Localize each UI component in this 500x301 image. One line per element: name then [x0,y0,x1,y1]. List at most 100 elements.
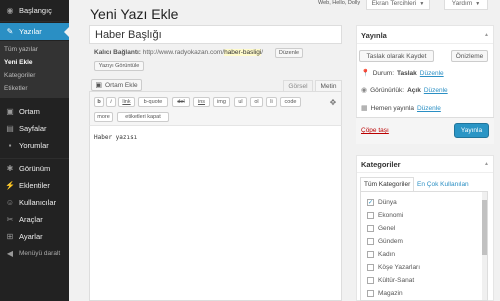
checkbox[interactable] [367,290,374,297]
preview-button[interactable]: Önizleme [451,50,488,62]
eye-icon: ◉ [361,87,368,94]
category-label: Genel [378,225,396,232]
qt-img-button[interactable]: img [213,97,230,107]
screen-options-label: Ekran Tercihleri [371,0,417,7]
qt-code-button[interactable]: code [280,97,301,107]
collapse-menu-button[interactable]: ◀ Menüyü daralt [0,245,69,262]
category-item[interactable]: Genel [367,225,395,232]
screen-options-tab[interactable]: Ekran Tercihleri ▼ [366,0,430,10]
pages-icon: ▤ [6,124,14,133]
qt-del-button[interactable]: del [172,97,190,107]
qt-ins-button[interactable]: ins [193,97,210,107]
submenu-all-posts[interactable]: Tüm yazılar [4,46,38,53]
category-item[interactable]: ✓ Dünya [367,199,397,206]
qt-bold-button[interactable]: b [94,97,104,107]
category-item[interactable]: Kültür-Sanat [367,277,414,284]
status-row: 📍 Durum: Taslak Düzenle [361,69,444,78]
checkbox[interactable] [367,212,374,219]
checkbox[interactable] [367,238,374,245]
category-label: Dünya [378,199,397,206]
menu-label: Yazılar [19,27,42,36]
edit-status-link[interactable]: Düzenle [420,70,444,77]
category-item[interactable]: Magazin [367,290,403,297]
scrollbar-thumb[interactable] [482,200,487,255]
submenu-add-new[interactable]: Yeni Ekle [4,59,33,66]
menu-item-dashboard[interactable]: ◉ Başlangıç [0,2,69,19]
menu-separator [0,158,69,159]
status-value: Taslak [397,69,417,77]
qt-ol-button[interactable]: ol [250,97,263,107]
category-scrollbar[interactable] [482,192,487,300]
menu-label: Ortam [19,107,40,116]
checkbox[interactable] [367,264,374,271]
edit-permalink-button[interactable]: Düzenle [275,48,303,58]
tab-most-used[interactable]: En Çok Kullanılan [414,177,472,191]
menu-item-comments[interactable]: ▪ Yorumlar [0,137,69,154]
category-label: Gündem [378,238,403,245]
permalink-row: Kalıcı Bağlantı: http://www.radyokazan.c… [94,49,263,56]
menu-item-plugins[interactable]: ⚡ Eklentiler [0,177,69,194]
submenu-categories[interactable]: Kategoriler [4,72,35,79]
edit-visibility-link[interactable]: Düzenle [424,87,448,94]
permalink-tail: / [261,49,264,56]
trash-link[interactable]: Çöpe taşı [361,127,389,134]
fullscreen-icon[interactable]: ✥ [329,98,337,107]
menu-item-media[interactable]: ▣ Ortam [0,103,69,120]
category-item[interactable]: Gündem [367,238,403,245]
add-media-button[interactable]: ▣ Ortam Ekle [91,79,142,91]
active-menu-arrow [64,27,69,37]
checkbox[interactable] [367,277,374,284]
menu-item-pages[interactable]: ▤ Sayfalar [0,120,69,137]
menu-item-posts[interactable]: ✎ Yazılar [0,23,69,40]
menu-item-appearance[interactable]: ✱ Görünüm [0,160,69,177]
checkbox[interactable] [367,251,374,258]
qt-link-button[interactable]: link [118,97,135,107]
calendar-icon: ▦ [361,105,368,112]
permalink-slug[interactable]: haber-basligi [224,49,262,56]
menu-label: Eklentiler [19,181,50,190]
menu-item-settings[interactable]: ⊞ Ayarlar [0,228,69,245]
toggle-arrow-icon[interactable]: ▲ [484,161,489,167]
category-item[interactable]: Köşe Yazarları [367,264,420,271]
category-item[interactable]: Ekonomi [367,212,403,219]
menu-label: Başlangıç [19,6,52,15]
menu-item-tools[interactable]: ✂ Araçlar [0,211,69,228]
publish-button[interactable]: Yayınla [454,123,489,138]
post-title-input[interactable]: Haber Başlığı [89,25,342,44]
checkbox[interactable]: ✓ [367,199,374,206]
view-post-button[interactable]: Yazıyı Görüntüle [94,61,144,71]
visibility-label: Görünürlük: [370,86,405,94]
qt-li-button[interactable]: li [266,97,277,107]
editor-content[interactable]: Haber yazısı [94,134,137,141]
edit-schedule-link[interactable]: Düzenle [417,105,441,112]
box-separator [357,43,493,44]
menu-separator [0,21,69,22]
settings-icon: ⊞ [6,232,14,241]
dashboard-icon: ◉ [6,6,14,15]
qt-ul-button[interactable]: ul [234,97,247,107]
posts-submenu: Tüm yazılar Yeni Ekle Kategoriler Etiket… [0,41,69,98]
save-draft-button[interactable]: Taslak olarak Kaydet [359,50,434,62]
qt-italic-button[interactable]: i [106,97,116,107]
qt-bquote-button[interactable]: b-quote [138,97,168,107]
categories-box-title: Kategoriler [361,160,401,169]
media-icon: ▣ [95,82,103,89]
toggle-arrow-icon[interactable]: ▲ [484,32,489,38]
pushpin-icon: 📍 [361,70,370,77]
users-icon: ☺ [5,198,15,207]
comments-icon: ▪ [8,141,12,150]
qt-more-button[interactable]: more [94,112,113,122]
tab-all-categories[interactable]: Tüm Kategoriler [360,177,415,191]
menu-item-users[interactable]: ☺ Kullanıcılar [0,194,69,211]
pushpin-icon: ✎ [6,27,14,36]
category-item[interactable]: Kadın [367,251,395,258]
checkbox[interactable] [367,225,374,232]
help-tab[interactable]: Yardım ▼ [444,0,488,10]
status-label: Durum: [372,69,395,77]
category-checklist [360,191,488,301]
visibility-row: ◉ Görünürlük: Açık Düzenle [361,86,448,95]
submenu-tags[interactable]: Etiketler [4,85,27,92]
qt-close-tags-button[interactable]: etiketleri kapat [117,112,169,122]
appearance-icon: ✱ [6,164,14,173]
category-label: Kadın [378,251,395,258]
